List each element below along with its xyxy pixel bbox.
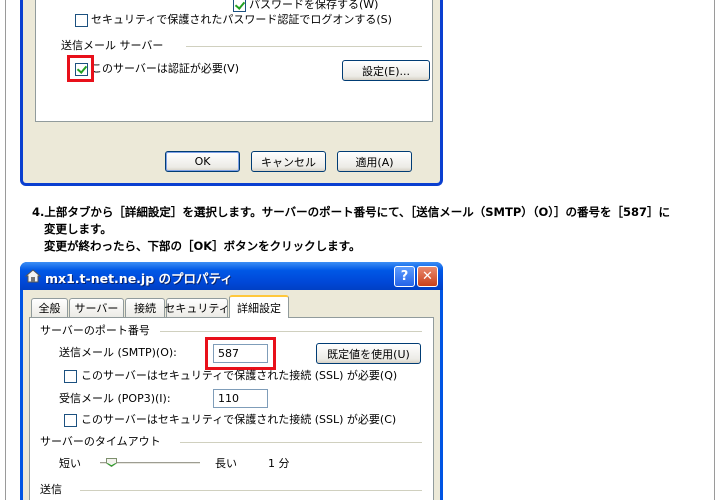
close-button[interactable]: ✕ xyxy=(417,266,438,287)
dialog-body: 全般 サーバー 接続 セキュリティ 詳細設定 サーバーのポート番号 送信メール … xyxy=(23,290,440,500)
help-button[interactable]: ? xyxy=(394,266,415,287)
apply-button[interactable]: 適用(A) xyxy=(337,151,412,172)
remember-password-label: パスワードを保存する(W) xyxy=(249,0,379,11)
advanced-panel: サーバーのポート番号 送信メール (SMTP)(O): 587 既定値を使用(U… xyxy=(29,317,434,500)
tab-general[interactable]: 全般 xyxy=(31,298,68,317)
dialog-previous: パスワードを保存する(W) セキュリティで保護されたパスワード認証でログオンする… xyxy=(20,0,443,186)
mail-account-icon xyxy=(25,269,41,283)
timeout-slider-thumb[interactable] xyxy=(106,458,117,467)
pop3-ssl-label: このサーバーはセキュリティで保護された接続 (SSL) が必要(C) xyxy=(81,413,397,426)
dialog-previous-panel: パスワードを保存する(W) セキュリティで保護されたパスワード認証でログオンする… xyxy=(35,0,433,122)
pop3-ssl-checkbox[interactable] xyxy=(64,414,77,427)
send-group-label: 送信 xyxy=(40,483,62,496)
smtp-port-label: 送信メール (SMTP)(O): xyxy=(59,346,177,359)
smtp-port-highlight xyxy=(205,337,276,370)
dialog-previous-body: パスワードを保存する(W) セキュリティで保護されたパスワード認証でログオンする… xyxy=(23,0,440,183)
title-bar[interactable]: mx1.t-net.ne.jp のプロパティ ? ✕ xyxy=(20,262,443,290)
group-divider xyxy=(186,46,422,47)
instruction-line-2: 変更します。 xyxy=(44,222,112,236)
auth-required-label: このサーバーは認証が必要(V) xyxy=(91,62,239,75)
tab-server[interactable]: サーバー xyxy=(69,298,124,317)
instruction-line-3: 変更が終わったら、下部の［OK］ボタンをクリックします。 xyxy=(44,239,361,253)
timeout-value: 1 分 xyxy=(268,457,290,470)
tab-connection[interactable]: 接続 xyxy=(125,298,165,317)
instruction-line-1: 4.上部タブから［詳細設定］を選択します。サーバーのポート番号にて、［送信メール… xyxy=(32,205,671,219)
dialog-title: mx1.t-net.ne.jp のプロパティ xyxy=(45,271,233,286)
pop3-port-input[interactable]: 110 xyxy=(213,389,268,408)
settings-button[interactable]: 設定(E)... xyxy=(342,60,430,81)
smtp-ssl-label: このサーバーはセキュリティで保護された接続 (SSL) が必要(Q) xyxy=(81,369,398,382)
close-icon: ✕ xyxy=(422,269,433,284)
timeout-group-label: サーバーのタイムアウト xyxy=(40,435,161,448)
timeout-short-label: 短い xyxy=(59,457,81,470)
tab-advanced[interactable]: 詳細設定 xyxy=(229,295,289,318)
smtp-ssl-checkbox[interactable] xyxy=(64,370,77,383)
use-default-button[interactable]: 既定値を使用(U) xyxy=(316,343,421,364)
pop3-port-label: 受信メール (POP3)(I): xyxy=(59,392,171,405)
ports-group-divider xyxy=(160,331,422,332)
outgoing-server-group-label: 送信メール サーバー xyxy=(61,39,164,52)
remember-password-checkbox[interactable] xyxy=(233,0,246,12)
help-icon: ? xyxy=(400,269,409,284)
send-group-divider xyxy=(80,490,422,491)
ok-button[interactable]: OK xyxy=(165,151,240,172)
properties-dialog: mx1.t-net.ne.jp のプロパティ ? ✕ 全般 サーバー 接続 セキ… xyxy=(20,262,443,500)
ports-group-label: サーバーのポート番号 xyxy=(40,324,150,337)
spa-logon-label: セキュリティで保護されたパスワード認証でログオンする(S) xyxy=(91,13,392,26)
timeout-long-label: 長い xyxy=(215,457,237,470)
tab-security[interactable]: セキュリティ xyxy=(164,298,230,317)
timeout-group-divider xyxy=(180,442,422,443)
cancel-button[interactable]: キャンセル xyxy=(251,151,326,172)
spa-logon-checkbox[interactable] xyxy=(75,14,88,27)
auth-checkbox-highlight xyxy=(67,55,94,82)
